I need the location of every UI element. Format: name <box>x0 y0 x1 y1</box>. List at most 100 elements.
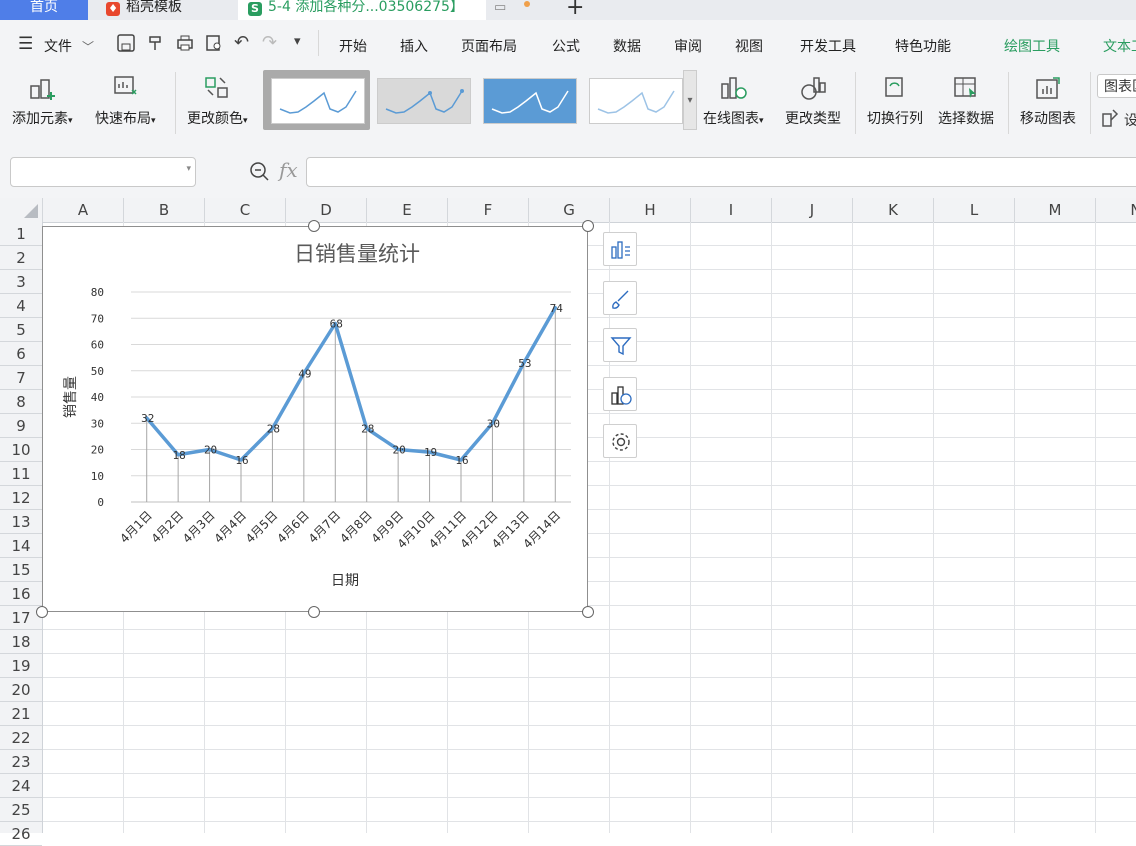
data-label[interactable]: 74 <box>550 302 564 315</box>
data-label[interactable]: 16 <box>235 454 248 467</box>
data-label[interactable]: 18 <box>173 449 186 462</box>
menu-developer[interactable]: 开发工具 <box>800 36 856 56</box>
data-label[interactable]: 32 <box>141 412 154 425</box>
data-label[interactable]: 20 <box>393 444 406 457</box>
menu-review[interactable]: 审阅 <box>674 36 702 56</box>
row-header[interactable]: 14 <box>0 534 42 558</box>
add-element-button[interactable]: 添加元素▾ <box>12 74 73 128</box>
data-label[interactable]: 28 <box>361 423 374 436</box>
row-header[interactable]: 19 <box>0 654 42 678</box>
column-header[interactable]: F <box>448 198 529 222</box>
zoom-find-icon[interactable] <box>248 160 270 182</box>
data-label[interactable]: 49 <box>298 367 311 380</box>
column-header[interactable]: G <box>529 198 610 222</box>
resize-handle-bottom-right[interactable] <box>582 606 594 618</box>
row-header[interactable]: 3 <box>0 270 42 294</box>
online-chart-side-button[interactable] <box>603 377 637 411</box>
row-header[interactable]: 9 <box>0 414 42 438</box>
monitor-icon[interactable]: ▭ <box>494 0 506 15</box>
row-header[interactable]: 18 <box>0 630 42 654</box>
menu-data[interactable]: 数据 <box>613 36 641 56</box>
chart-style-thumb-1[interactable] <box>271 78 365 124</box>
row-header[interactable]: 21 <box>0 702 42 726</box>
chart-style-button[interactable] <box>603 281 637 315</box>
plot-area[interactable]: 0 10 20 30 40 50 60 70 80 32 18 20 16 28 49 68 28 20 19 16 3… <box>91 286 571 551</box>
row-header[interactable]: 12 <box>0 486 42 510</box>
row-header[interactable]: 20 <box>0 678 42 702</box>
chart-filter-button[interactable] <box>603 328 637 362</box>
style-gallery-scroll[interactable]: ▾ <box>683 70 697 130</box>
tab-current-document[interactable]: S 5-4 添加各种分...03506275】 <box>238 0 486 20</box>
format-painter-icon[interactable] <box>146 33 166 53</box>
menu-start[interactable]: 开始 <box>339 36 367 56</box>
menu-view[interactable]: 视图 <box>735 36 763 56</box>
menu-insert[interactable]: 插入 <box>400 36 428 56</box>
tab-daoke-templates[interactable]: ♦ 稻壳模板 <box>92 0 234 20</box>
column-header[interactable]: C <box>205 198 286 222</box>
data-label[interactable]: 68 <box>330 318 343 331</box>
row-header[interactable]: 24 <box>0 774 42 798</box>
resize-handle-bottom-left[interactable] <box>36 606 48 618</box>
quick-layout-button[interactable]: 快速布局▾ <box>95 74 156 128</box>
row-header[interactable]: 4 <box>0 294 42 318</box>
chart-object[interactable]: 日销售量统计 日期 销售量 0 10 20 30 40 50 60 70 80 32 18 20 16 2… <box>42 226 588 612</box>
column-header[interactable]: D <box>286 198 367 222</box>
data-label[interactable]: 53 <box>518 357 531 370</box>
y-axis-title[interactable]: 销售量 <box>63 376 79 418</box>
column-header[interactable]: E <box>367 198 448 222</box>
chart-settings-button[interactable] <box>603 424 637 458</box>
data-label[interactable]: 30 <box>487 417 500 430</box>
row-header[interactable]: 26 <box>0 822 42 846</box>
row-header[interactable]: 5 <box>0 318 42 342</box>
column-header[interactable]: L <box>934 198 1015 222</box>
column-header[interactable]: H <box>610 198 691 222</box>
row-header[interactable]: 23 <box>0 750 42 774</box>
column-header[interactable]: A <box>43 198 124 222</box>
new-tab-plus-icon[interactable]: + <box>566 0 584 20</box>
series-line[interactable] <box>144 306 558 462</box>
chart-area-select[interactable]: 图表区 <box>1097 74 1136 98</box>
hamburger-icon[interactable]: ☰ <box>18 34 33 54</box>
row-header[interactable]: 15 <box>0 558 42 582</box>
change-color-button[interactable]: 更改颜色▾ <box>187 74 248 128</box>
chart-style-thumb-2[interactable] <box>377 78 471 124</box>
row-header[interactable]: 16 <box>0 582 42 606</box>
row-header[interactable]: 8 <box>0 390 42 414</box>
resize-handle-bottom[interactable] <box>308 606 320 618</box>
save-icon[interactable] <box>116 33 136 53</box>
resize-handle-top[interactable] <box>308 220 320 232</box>
chart-title[interactable]: 日销售量统计 <box>294 242 420 266</box>
row-header[interactable]: 22 <box>0 726 42 750</box>
column-header[interactable]: B <box>124 198 205 222</box>
column-header[interactable]: N <box>1096 198 1136 222</box>
column-header[interactable]: J <box>772 198 853 222</box>
select-all-corner[interactable] <box>0 198 43 222</box>
data-label[interactable]: 19 <box>424 446 437 459</box>
customize-toolbar-chevron-icon[interactable]: ▾ <box>294 34 301 49</box>
x-axis-title[interactable]: 日期 <box>331 573 359 589</box>
menu-page-layout[interactable]: 页面布局 <box>461 36 517 56</box>
row-header[interactable]: 6 <box>0 342 42 366</box>
format-settings-label[interactable]: 设 <box>1124 110 1136 130</box>
online-chart-button[interactable]: 在线图表▾ <box>703 74 764 128</box>
column-header[interactable]: M <box>1015 198 1096 222</box>
fx-icon[interactable]: fx <box>279 158 298 182</box>
chart-style-thumb-3[interactable] <box>483 78 577 124</box>
tab-home[interactable]: 首页 <box>0 0 88 20</box>
chart-elements-button[interactable] <box>603 232 637 266</box>
resize-handle-top-right[interactable] <box>582 220 594 232</box>
data-label[interactable]: 16 <box>455 454 468 467</box>
row-header[interactable]: 10 <box>0 438 42 462</box>
move-chart-button[interactable]: 移动图表 <box>1020 74 1076 128</box>
formula-input[interactable] <box>306 157 1136 187</box>
chevron-down-icon[interactable]: ﹀ <box>82 38 94 55</box>
menu-drawing-tools[interactable]: 绘图工具 <box>1004 36 1060 56</box>
row-header[interactable]: 11 <box>0 462 42 486</box>
print-icon[interactable] <box>175 33 195 53</box>
row-header[interactable]: 1 <box>0 222 42 246</box>
menu-special[interactable]: 特色功能 <box>895 36 951 56</box>
format-settings-icon[interactable] <box>1101 108 1119 128</box>
chart-style-thumb-4[interactable] <box>589 78 683 124</box>
data-label[interactable]: 20 <box>204 444 217 457</box>
name-box-dropdown-icon[interactable]: ▾ <box>186 164 191 174</box>
